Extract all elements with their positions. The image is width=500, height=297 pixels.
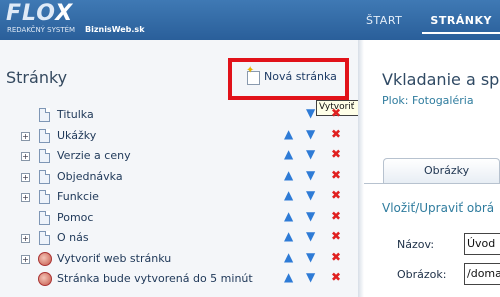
- tree-row[interactable]: + Funkcie ▲ ▼ ✖: [0, 188, 358, 209]
- site-name: BiznisWeb.sk: [85, 25, 145, 34]
- move-up-icon[interactable]: ▲: [284, 209, 293, 223]
- image-label: Obrázok:: [397, 268, 447, 281]
- document-icon: [39, 149, 50, 163]
- tree-row[interactable]: + O nás ▲ ▼ ✖: [0, 229, 358, 250]
- delete-icon[interactable]: ✖: [331, 127, 341, 141]
- move-down-icon[interactable]: ▼: [306, 188, 315, 202]
- tree-row-label[interactable]: Ukážky: [57, 129, 96, 142]
- document-icon: [39, 210, 50, 225]
- move-up-icon[interactable]: ▲: [284, 250, 293, 264]
- block-path[interactable]: Plok: Fotogaléria: [382, 94, 474, 107]
- logo-x: X: [55, 1, 74, 26]
- logo-text: FLO: [6, 1, 56, 26]
- tree-row-label[interactable]: O nás: [57, 231, 89, 244]
- move-up-icon[interactable]: ▲: [284, 188, 293, 202]
- nav-stranky[interactable]: STRÁNKY: [422, 14, 500, 34]
- delete-icon[interactable]: ✖: [331, 209, 341, 223]
- tree-row-label[interactable]: Pomoc: [57, 211, 93, 224]
- tree-row-label[interactable]: Vytvoriť web stránku: [57, 252, 171, 265]
- document-icon: [39, 108, 50, 122]
- tab-obrazky[interactable]: Obrázky: [383, 158, 500, 184]
- editor-panel: Vkladanie a spr Plok: Fotogaléria Obrázk…: [364, 40, 500, 297]
- logo[interactable]: FLOX: [6, 1, 73, 26]
- tab-underline: [364, 183, 500, 184]
- tree-row[interactable]: + Vytvoriť web stránku ▲ ▼ ✖: [0, 250, 358, 271]
- tree-row-label[interactable]: Stránka bude vytvorená do 5 minút: [57, 272, 253, 285]
- image-input[interactable]: /doma: [464, 263, 500, 285]
- logo-subtitle: REDAKČNÝ SYSTÉM: [7, 26, 76, 34]
- move-up-icon[interactable]: ▲: [284, 168, 293, 182]
- tree-row[interactable]: Stránka bude vytvorená do 5 minút ▲ ▼ ✖: [0, 270, 358, 291]
- move-up-icon[interactable]: ▲: [284, 147, 293, 161]
- document-icon: [39, 190, 50, 204]
- delete-icon[interactable]: ✖: [331, 106, 341, 120]
- delete-icon[interactable]: ✖: [331, 147, 341, 161]
- delete-icon[interactable]: ✖: [331, 270, 341, 284]
- pages-title: Stránky: [6, 68, 68, 87]
- tree-row[interactable]: + Objednávka ▲ ▼ ✖: [0, 168, 358, 189]
- delete-icon[interactable]: ✖: [331, 188, 341, 202]
- expand-icon[interactable]: +: [21, 131, 30, 141]
- move-down-icon[interactable]: ▼: [306, 270, 315, 284]
- nav-separator: [410, 14, 422, 34]
- tree-row-label[interactable]: Verzie a ceny: [57, 149, 131, 162]
- document-icon: [39, 231, 50, 245]
- tree-row-label[interactable]: Funkcie: [57, 190, 99, 203]
- name-input[interactable]: Úvod: [464, 233, 500, 255]
- move-up-icon[interactable]: ▲: [284, 270, 293, 284]
- nav-start[interactable]: ŠTART: [358, 14, 410, 34]
- globe-icon: [38, 272, 52, 286]
- expand-icon[interactable]: +: [21, 234, 30, 243]
- tree-row-label[interactable]: Titulka: [57, 108, 94, 121]
- expand-icon[interactable]: +: [21, 254, 30, 264]
- delete-icon[interactable]: ✖: [331, 229, 341, 243]
- globe-icon: [38, 251, 52, 266]
- expand-icon[interactable]: +: [21, 193, 30, 202]
- move-up-icon[interactable]: ▲: [284, 127, 293, 141]
- delete-icon[interactable]: ✖: [331, 250, 341, 264]
- app-header: FLOX REDAKČNÝ SYSTÉM BiznisWeb.sk ŠTART …: [0, 0, 500, 40]
- tree-row[interactable]: + Ukážky ▲ ▼ ✖: [0, 127, 358, 148]
- expand-icon[interactable]: +: [21, 172, 30, 182]
- document-icon: [39, 169, 50, 184]
- move-down-icon[interactable]: ▼: [306, 250, 315, 264]
- section-title: Vložiť/Upraviť obrá: [382, 201, 495, 215]
- star-icon: ✦: [246, 65, 255, 76]
- top-nav: ŠTART STRÁNKY: [358, 14, 500, 34]
- move-down-icon[interactable]: ▼: [306, 168, 315, 182]
- expand-icon[interactable]: +: [21, 152, 30, 161]
- move-up-icon[interactable]: ▲: [284, 229, 293, 243]
- tree-row[interactable]: Pomoc ▲ ▼ ✖: [0, 209, 358, 230]
- editor-title: Vkladanie a spr: [382, 70, 500, 89]
- move-down-icon[interactable]: ▼: [306, 209, 315, 223]
- document-icon: [39, 128, 50, 143]
- new-page-button[interactable]: ✦ Nová stránka: [228, 58, 349, 100]
- tree-row-label[interactable]: Objednávka: [57, 170, 123, 183]
- name-label: Názov:: [397, 238, 435, 251]
- page-tree: Titulka ▼ ✖ + Ukážky ▲ ▼ ✖ + Verzie a ceny ▲ ▼ ✖ + Obj…: [0, 106, 358, 291]
- move-down-icon[interactable]: ▼: [306, 229, 315, 243]
- move-down-icon[interactable]: ▼: [306, 127, 315, 141]
- move-down-icon[interactable]: ▼: [306, 106, 315, 120]
- delete-icon[interactable]: ✖: [331, 168, 341, 182]
- move-down-icon[interactable]: ▼: [306, 147, 315, 161]
- tree-row[interactable]: Titulka ▼ ✖: [0, 106, 358, 127]
- tree-row[interactable]: + Verzie a ceny ▲ ▼ ✖: [0, 147, 358, 168]
- new-page-label: Nová stránka: [264, 70, 337, 83]
